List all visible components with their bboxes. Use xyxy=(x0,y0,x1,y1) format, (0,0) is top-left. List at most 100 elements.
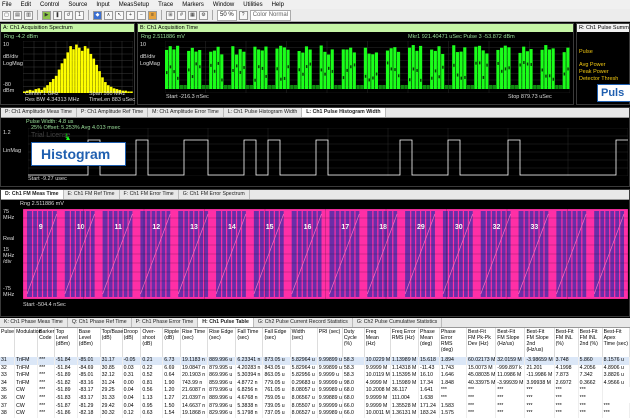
column-header[interactable]: Fall Edge (sec) xyxy=(262,328,291,357)
column-header[interactable]: Phase Error RMS (deg) xyxy=(439,328,468,357)
menu-item-control[interactable]: Control xyxy=(40,2,59,8)
column-header[interactable]: Width (sec) xyxy=(290,328,318,357)
column-header[interactable]: PRI (sec) xyxy=(317,328,343,357)
spectrum-bar xyxy=(86,48,90,93)
table-row[interactable]: 35 CW *** -51.89 -83.17 29.25 0.04 0.56 1.20 21.6… xyxy=(0,387,630,395)
table-cell: *** xyxy=(439,394,468,403)
column-header[interactable]: Best-Fit Apex Time (sec) xyxy=(602,328,630,357)
table-cell: *** xyxy=(466,394,497,403)
column-header[interactable]: Base Level (dBm) xyxy=(77,328,101,357)
table-cell: -51.86 xyxy=(54,410,78,418)
menu-item-utilities[interactable]: Utilities xyxy=(243,2,262,8)
fm-pane[interactable]: D: Ch1 FM Meas Time E: Ch1 FM Ref Time F… xyxy=(0,189,630,317)
tab-phase-error-time[interactable]: P: Ch1 Phase Error Time xyxy=(132,318,199,327)
cursor-icon[interactable]: ↖ xyxy=(115,10,124,20)
tab-pulse-table[interactable]: H: Ch1 Pulse Table xyxy=(198,318,254,327)
marker-icon[interactable]: ◆ xyxy=(93,10,102,20)
open-icon[interactable]: ▢ xyxy=(2,10,11,20)
table-row[interactable]: 31 TriFM *** -51.84 -85.01 31.17 -0.05 0.21 6.73… xyxy=(0,357,630,365)
column-header[interactable]: Top/Base (dB) xyxy=(100,328,123,357)
column-header[interactable]: Modulation xyxy=(14,328,42,357)
zoom-out-icon[interactable]: − xyxy=(137,10,146,20)
table-row[interactable]: 37 CW *** -51.87 -81.29 29.42 0.04 0.95 1.50 14.6… xyxy=(0,402,630,411)
table-row[interactable]: 36 CW *** -51.83 -83.17 31.33 0.04 1.13 1.27 21.0… xyxy=(0,394,630,403)
save-icon[interactable]: ▤ xyxy=(13,10,22,20)
column-header[interactable]: Freq Mean (Hz) xyxy=(364,328,391,357)
settings-icon[interactable]: ⚙ xyxy=(199,10,208,20)
tile-icon[interactable]: ▦ xyxy=(188,10,197,20)
pause-icon[interactable]: ❚ xyxy=(53,10,62,20)
table-cell: TriFM xyxy=(14,372,39,380)
menu-item-help[interactable]: Help xyxy=(272,2,284,8)
pulse-summary-pane[interactable]: R: Ch1 Pulse Summary Pulse Avg Power Pea… xyxy=(576,23,630,105)
column-header[interactable]: Best-Fit FM Slope 2nd (Hz/us) xyxy=(524,328,555,357)
scale-icon[interactable]: ≡ xyxy=(148,10,157,20)
tab-amplitude-meas-time[interactable]: P: Ch1 Amplitude Meas Time xyxy=(1,108,77,117)
menu-item-source[interactable]: Source xyxy=(68,2,87,8)
column-header[interactable]: Best-Fit FM INL (%) xyxy=(554,328,579,357)
tab-amplitude-error-time[interactable]: M: Ch1 Amplitude Error Time xyxy=(148,108,224,117)
menu-item-input[interactable]: Input xyxy=(96,2,109,8)
tab-fm-error-time[interactable]: F: Ch1 FM Error Time xyxy=(120,190,179,199)
column-header[interactable]: Barker Code xyxy=(37,328,55,357)
menu-item-markers[interactable]: Markers xyxy=(182,2,204,8)
column-header[interactable]: Top Level (dBm) xyxy=(54,328,78,357)
pulse-table-pane[interactable]: K: Ch1 Phase Meas Time Q: Ch1 Phase Ref … xyxy=(0,318,630,420)
histogram-pane[interactable]: P: Ch1 Amplitude Meas Time P: Ch1 Amplit… xyxy=(0,107,630,187)
spectrum-plot[interactable] xyxy=(23,41,133,93)
table-cell: 873.05 u xyxy=(262,357,291,365)
spectrum-pane[interactable]: A: Ch1 Acquisition Spectrum Rng -4.2 dBm… xyxy=(0,23,135,105)
menu-item-meassetup[interactable]: MeasSetup xyxy=(119,2,149,8)
zoom-select[interactable]: 50 % xyxy=(217,9,237,21)
column-header[interactable]: Rise Edge (sec) xyxy=(207,328,237,357)
single-icon[interactable]: 1 xyxy=(75,10,84,20)
column-header[interactable]: Freq Error RMS (Hz) xyxy=(390,328,420,357)
zoom-in-icon[interactable]: + xyxy=(126,10,135,20)
tab-current-record-statistics[interactable]: G: Ch2 Pulse Current Record Statistics xyxy=(254,318,353,327)
fm-plot[interactable]: 9 10 11 12 13 14 15 16 17 18 29 30 32 33 xyxy=(23,209,628,299)
grid-icon[interactable]: # xyxy=(177,10,186,20)
column-header[interactable]: Droop (dB) xyxy=(122,328,142,357)
tab-pulse-histogram-width[interactable]: L: Ch1 Pulse Histogram Width xyxy=(224,108,303,117)
spectrum-bar xyxy=(95,64,98,93)
column-header[interactable]: Best-Fit FM Pk-Pk Dev (Hz) xyxy=(466,328,497,357)
tab-fm-error-spectrum[interactable]: G: Ch1 FM Error Spectrum xyxy=(179,190,250,199)
table-cell: 737.05 u xyxy=(262,410,291,418)
table-cell: -83.17 xyxy=(77,394,101,403)
tab-amplitude-ref-time[interactable]: P: Ch1 Amplitude Ref Time xyxy=(77,108,149,117)
table-row[interactable]: 33 TriFM *** -51.89 -85.01 32.12 0.31 0.52 0.64 2… xyxy=(0,372,630,380)
column-header[interactable]: Pulse xyxy=(0,328,16,357)
help-icon[interactable]: ? xyxy=(238,10,248,20)
column-header[interactable]: Fall Time (sec) xyxy=(235,328,264,357)
color-mode-select[interactable]: Color Normal xyxy=(249,9,292,21)
tab-phase-meas-time[interactable]: K: Ch1 Phase Meas Time xyxy=(0,318,68,327)
column-header[interactable]: Best-Fit FM Slope (Hz/us) xyxy=(495,328,526,357)
table-cell: TriFM xyxy=(14,379,39,388)
table-row[interactable]: 34 TriFM *** -51.82 -83.16 31.24 0.00 0.81 1.90 7… xyxy=(0,379,630,388)
column-header[interactable]: Over-shoot (dB) xyxy=(140,328,164,357)
menu-item-trace[interactable]: Trace xyxy=(158,2,173,8)
tab-cumulative-statistics[interactable]: G: Ch2 Pulse Cumulative Statistics xyxy=(353,318,443,327)
column-header[interactable]: Phase Mean (deg) xyxy=(418,328,440,357)
menu-item-edit[interactable]: Edit xyxy=(21,2,31,8)
layout-icon[interactable]: ⊞ xyxy=(166,10,175,20)
tab-fm-ref-time[interactable]: E: Ch1 FM Ref Time xyxy=(64,190,120,199)
tab-pulse-histogram-width-active[interactable]: L: Ch1 Pulse Histogram Width xyxy=(302,108,386,117)
column-header[interactable]: Duty Cycle (%) xyxy=(342,328,365,357)
column-header[interactable]: Ripple (dB) xyxy=(162,328,182,357)
menu-item-file[interactable]: File xyxy=(2,2,12,8)
menu-item-window[interactable]: Window xyxy=(213,2,234,8)
run-icon[interactable]: ▶ xyxy=(42,10,51,20)
acquisition-time-pane[interactable]: B: Ch1 Acquisition Time Rng 2.511886 mV … xyxy=(137,23,574,105)
restart-icon[interactable]: ↺ xyxy=(64,10,73,20)
peak-icon[interactable]: ∧ xyxy=(104,10,113,20)
column-header[interactable]: Rise Time (sec) xyxy=(180,328,209,357)
table-cell: *** xyxy=(37,379,55,388)
time-plot[interactable] xyxy=(165,41,570,93)
print-icon[interactable]: ▥ xyxy=(24,10,33,20)
table-row[interactable]: 32 TriFM *** -51.84 -84.69 30.85 0.03 0.22 6.69 1… xyxy=(0,364,630,373)
tab-phase-ref-time[interactable]: Q: Ch1 Phase Ref Time xyxy=(68,318,132,327)
tab-fm-meas-time[interactable]: D: Ch1 FM Meas Time xyxy=(1,190,64,199)
table-row[interactable]: 38 CW *** -51.86 -82.18 30.32 0.12 0.63 1.54 19.1… xyxy=(0,410,630,418)
column-header[interactable]: Best-Fit FM INL 2nd (%) xyxy=(578,328,603,357)
